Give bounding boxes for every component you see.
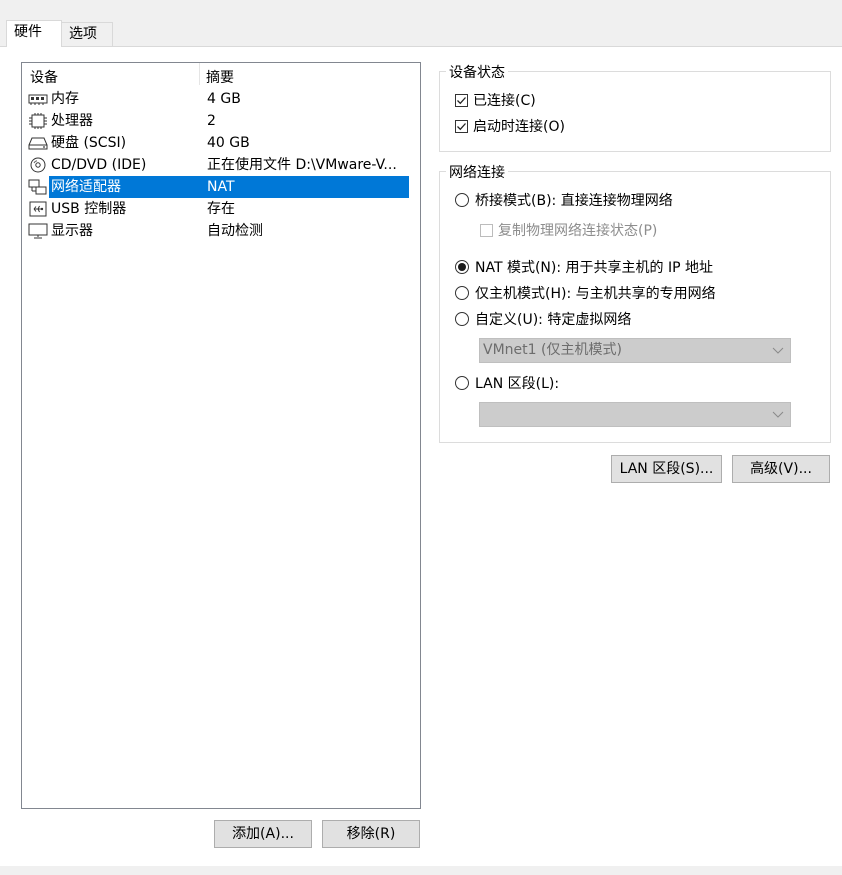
network-adapter-icon	[28, 179, 47, 195]
device-list-header: 设备 摘要	[22, 63, 420, 87]
network-connection-title: 网络连接	[446, 162, 508, 182]
device-status-group: 设备状态 已连接(C) 启动时连接(O)	[439, 62, 831, 152]
memory-icon	[28, 94, 48, 105]
bridged-radio[interactable]: 桥接模式(B): 直接连接物理网络	[455, 190, 673, 210]
lan-segments-button[interactable]: LAN 区段(S)...	[611, 455, 722, 483]
device-summary: 自动检测	[207, 223, 263, 239]
device-row-processor[interactable]: 处理器 2	[23, 110, 419, 132]
device-summary: NAT	[201, 176, 409, 198]
device-row-display[interactable]: 显示器 自动检测	[23, 220, 419, 242]
bridged-label[interactable]: 桥接模式(B): 直接连接物理网络	[475, 190, 673, 210]
custom-label[interactable]: 自定义(U): 特定虚拟网络	[475, 309, 631, 329]
nat-radio[interactable]: NAT 模式(N): 用于共享主机的 IP 地址	[455, 257, 713, 277]
chevron-down-icon	[772, 347, 784, 354]
replicate-state-label[interactable]: 复制物理网络连接状态(P)	[498, 220, 657, 240]
device-summary: 存在	[207, 201, 235, 217]
radio-circle[interactable]	[455, 312, 469, 326]
connect-at-power-on-label[interactable]: 启动时连接(O)	[473, 116, 565, 136]
network-connection-group: 网络连接 桥接模式(B): 直接连接物理网络 复制物理网络连接状态(P) NAT…	[439, 162, 831, 443]
column-header-device[interactable]: 设备	[30, 67, 58, 87]
processor-icon	[29, 113, 47, 129]
radio-circle[interactable]	[455, 286, 469, 300]
device-row-cd-dvd[interactable]: CD/DVD (IDE) 正在使用文件 D:\VMware-V...	[23, 154, 419, 176]
lan-segment-label[interactable]: LAN 区段(L):	[475, 373, 559, 393]
device-row-usb[interactable]: USB 控制器 存在	[23, 198, 419, 220]
device-row-memory[interactable]: 内存 4 GB	[23, 88, 419, 110]
device-name: CD/DVD (IDE)	[51, 157, 147, 173]
radio-circle[interactable]	[455, 376, 469, 390]
lan-segment-radio[interactable]: LAN 区段(L):	[455, 373, 559, 393]
lan-segment-select[interactable]	[479, 402, 791, 427]
cd-dvd-icon	[30, 157, 46, 173]
device-name: 网络适配器	[49, 176, 201, 198]
tab-bar: 硬件 选项	[0, 0, 842, 47]
device-row-harddisk[interactable]: 硬盘 (SCSI) 40 GB	[23, 132, 419, 154]
remove-button[interactable]: 移除(R)	[322, 820, 420, 848]
device-name: 内存	[51, 91, 79, 107]
device-status-title: 设备状态	[446, 62, 508, 82]
device-row-network-adapter[interactable]: 网络适配器 NAT	[23, 176, 419, 198]
tab-strip	[0, 12, 842, 46]
device-summary: 4 GB	[207, 91, 241, 107]
check-icon	[457, 122, 466, 130]
usb-icon	[29, 201, 47, 217]
device-summary: 正在使用文件 D:\VMware-V...	[207, 157, 397, 173]
connected-checkbox[interactable]: 已连接(C)	[455, 90, 536, 110]
advanced-button[interactable]: 高级(V)...	[732, 455, 830, 483]
connected-label[interactable]: 已连接(C)	[473, 90, 536, 110]
device-name: USB 控制器	[51, 201, 127, 217]
custom-network-value: VMnet1 (仅主机模式)	[483, 342, 622, 358]
radio-circle[interactable]	[455, 260, 469, 274]
custom-network-select[interactable]: VMnet1 (仅主机模式)	[479, 338, 791, 363]
column-separator[interactable]	[199, 63, 200, 85]
display-icon	[28, 223, 48, 239]
device-summary: 40 GB	[207, 135, 250, 151]
device-name: 处理器	[51, 113, 93, 129]
column-header-summary[interactable]: 摘要	[206, 67, 234, 87]
checkbox-box[interactable]	[480, 223, 493, 237]
device-name: 显示器	[51, 223, 93, 239]
connect-at-power-on-checkbox[interactable]: 启动时连接(O)	[455, 116, 565, 136]
host-only-label[interactable]: 仅主机模式(H): 与主机共享的专用网络	[475, 283, 716, 303]
device-summary: 2	[207, 113, 216, 129]
tab-hardware[interactable]: 硬件	[6, 20, 62, 47]
replicate-state-checkbox[interactable]: 复制物理网络连接状态(P)	[480, 220, 657, 240]
radio-selected-dot	[458, 263, 466, 271]
tab-options[interactable]: 选项	[61, 22, 113, 46]
chevron-down-icon	[772, 411, 784, 418]
checkbox-box[interactable]	[455, 119, 468, 133]
add-button[interactable]: 添加(A)...	[214, 820, 312, 848]
checkbox-box[interactable]	[455, 93, 468, 107]
device-list[interactable]: 设备 摘要 内存 4 GB 处理器 2 硬盘 (SCSI) 40 GB CD/D…	[21, 62, 421, 809]
hardware-page: 设备 摘要 内存 4 GB 处理器 2 硬盘 (SCSI) 40 GB CD/D…	[0, 46, 842, 866]
host-only-radio[interactable]: 仅主机模式(H): 与主机共享的专用网络	[455, 283, 716, 303]
custom-radio[interactable]: 自定义(U): 特定虚拟网络	[455, 309, 631, 329]
check-icon	[457, 96, 466, 104]
nat-label[interactable]: NAT 模式(N): 用于共享主机的 IP 地址	[475, 257, 713, 277]
device-name: 硬盘 (SCSI)	[51, 135, 127, 151]
harddisk-icon	[28, 137, 48, 150]
radio-circle[interactable]	[455, 193, 469, 207]
